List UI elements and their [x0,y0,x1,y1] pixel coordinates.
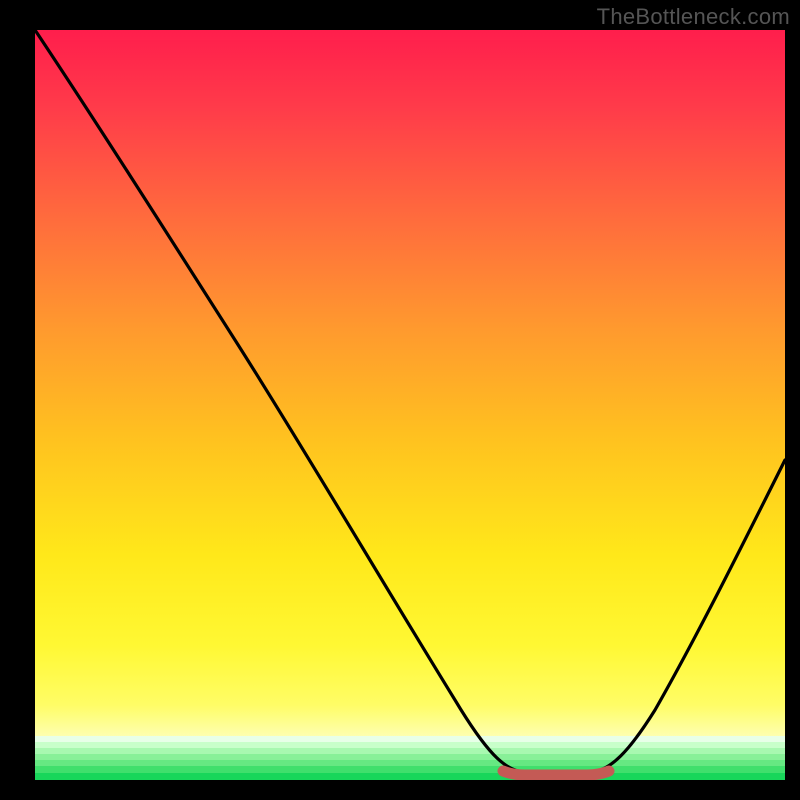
green-band [35,736,785,780]
optimal-range-marker [503,771,609,775]
watermark-text: TheBottleneck.com [597,4,790,30]
chart-frame: TheBottleneck.com [0,0,800,800]
gradient-background [35,30,785,780]
plot-area [35,30,785,780]
chart-svg [35,30,785,780]
